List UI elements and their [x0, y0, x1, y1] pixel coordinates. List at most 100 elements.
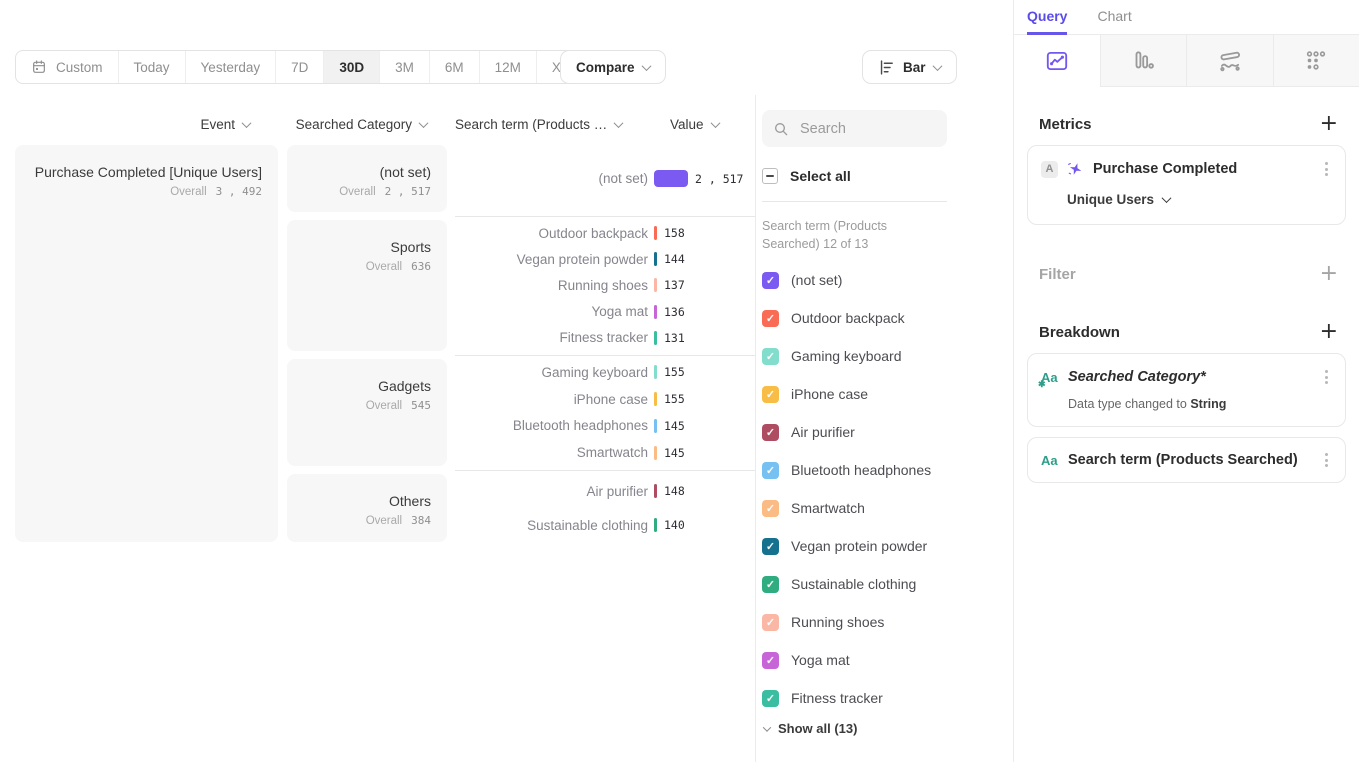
term-row[interactable]: Gaming keyboard155 [455, 359, 750, 385]
date-range-30d[interactable]: 30D [324, 51, 380, 83]
term-row[interactable]: Air purifier148 [455, 478, 750, 504]
series-label: Running shoes [791, 614, 884, 630]
add-filter-button[interactable]: + [1320, 265, 1338, 283]
date-range-yesterday[interactable]: Yesterday [186, 51, 277, 83]
aggregation-selector[interactable]: Unique Users [1067, 192, 1170, 207]
value-bar[interactable] [654, 252, 657, 266]
search-box[interactable] [762, 110, 947, 147]
tab-flows[interactable] [1186, 35, 1273, 87]
select-all-label: Select all [790, 168, 851, 184]
term-row[interactable]: Vegan protein powder144 [455, 246, 750, 272]
series-checkbox[interactable] [762, 348, 779, 365]
series-checkbox[interactable] [762, 310, 779, 327]
term-label: iPhone case [455, 392, 648, 407]
breakdown-options-kebab-icon[interactable] [1322, 450, 1331, 470]
event-cell[interactable]: Purchase Completed [Unique Users] Overal… [15, 145, 278, 542]
date-range-12m[interactable]: 12M [480, 51, 537, 83]
legend-item[interactable]: Running shoes [762, 603, 947, 641]
term-row[interactable]: Running shoes137 [455, 272, 750, 298]
chart-type-button[interactable]: Bar [862, 50, 957, 84]
category-cell[interactable]: OthersOverall384 [287, 474, 447, 542]
legend-item[interactable]: Bluetooth headphones [762, 451, 947, 489]
value-bar[interactable] [654, 484, 657, 498]
select-all-checkbox[interactable] [762, 168, 778, 184]
metric-card[interactable]: A Purchase Completed Unique Users [1027, 145, 1346, 225]
metric-options-kebab-icon[interactable] [1322, 159, 1331, 179]
category-cell[interactable]: (not set)Overall2 , 517 [287, 145, 447, 212]
query-panel-tabs: Query Chart [1014, 0, 1359, 35]
column-header-event[interactable]: Event [15, 117, 250, 132]
tab-funnels[interactable] [1100, 35, 1187, 87]
date-range-6m[interactable]: 6M [430, 51, 480, 83]
chevron-down-icon [932, 61, 942, 71]
series-checkbox[interactable] [762, 386, 779, 403]
category-cell[interactable]: SportsOverall636 [287, 220, 447, 351]
value-bar[interactable] [654, 365, 657, 379]
term-row[interactable]: Fitness tracker131 [455, 325, 750, 351]
value-bar[interactable] [654, 446, 657, 460]
value-bar[interactable] [654, 392, 657, 406]
term-label: (not set) [455, 171, 648, 186]
legend-item[interactable]: Gaming keyboard [762, 337, 947, 375]
tab-query[interactable]: Query [1027, 0, 1067, 35]
legend-item[interactable]: Fitness tracker [762, 679, 947, 717]
term-row[interactable]: Bluetooth headphones145 [455, 413, 750, 439]
compare-button[interactable]: Compare [560, 50, 666, 84]
series-checkbox[interactable] [762, 272, 779, 289]
legend-item[interactable]: Air purifier [762, 413, 947, 451]
value-bar[interactable] [654, 518, 657, 532]
value-bar[interactable] [654, 331, 657, 345]
series-checkbox[interactable] [762, 538, 779, 555]
group-divider [455, 216, 755, 217]
value-bar[interactable] [654, 419, 657, 433]
series-checkbox[interactable] [762, 462, 779, 479]
date-range-custom[interactable]: Custom [16, 51, 119, 83]
tab-retention[interactable] [1273, 35, 1359, 87]
date-range-today[interactable]: Today [119, 51, 186, 83]
term-row[interactable]: (not set)2 , 517 [455, 166, 750, 192]
category-cell[interactable]: GadgetsOverall545 [287, 359, 447, 466]
value-bar[interactable] [654, 170, 688, 187]
series-checkbox[interactable] [762, 576, 779, 593]
legend-item[interactable]: Outdoor backpack [762, 299, 947, 337]
term-row[interactable]: Outdoor backpack158 [455, 220, 750, 246]
term-row[interactable]: Sustainable clothing140 [455, 512, 750, 538]
view-type-tabs [1014, 35, 1359, 87]
term-row[interactable]: Yoga mat136 [455, 299, 750, 325]
value-bar[interactable] [654, 278, 657, 292]
value-bar[interactable] [654, 305, 657, 319]
term-row[interactable]: Smartwatch145 [455, 440, 750, 466]
date-range-7d[interactable]: 7D [276, 51, 324, 83]
column-header-value[interactable]: Value [670, 117, 719, 132]
date-range-label: 12M [495, 60, 521, 75]
series-checkbox[interactable] [762, 500, 779, 517]
value-bar[interactable] [654, 226, 657, 240]
metrics-heading: Metrics [1039, 116, 1092, 133]
legend-item[interactable]: Smartwatch [762, 489, 947, 527]
legend-item[interactable]: Yoga mat [762, 641, 947, 679]
series-checkbox[interactable] [762, 652, 779, 669]
date-range-3m[interactable]: 3M [380, 51, 430, 83]
tab-chart[interactable]: Chart [1097, 0, 1131, 35]
add-metric-button[interactable]: + [1320, 115, 1338, 133]
column-header-search-term[interactable]: Search term (Products … [455, 117, 622, 132]
series-checkbox[interactable] [762, 614, 779, 631]
series-checkbox[interactable] [762, 690, 779, 707]
column-header-searched-category[interactable]: Searched Category [287, 117, 427, 132]
legend-item[interactable]: Vegan protein powder [762, 527, 947, 565]
event-overall-value: 3 , 492 [216, 185, 262, 198]
breakdown-card-search-term[interactable]: Aa Search term (Products Searched) [1027, 437, 1346, 483]
tab-insights[interactable] [1014, 35, 1100, 87]
breakdown-card-searched-category[interactable]: Aa✱ Searched Category* Data type changed… [1027, 353, 1346, 427]
series-checkbox[interactable] [762, 424, 779, 441]
aggregation-label: Unique Users [1067, 192, 1154, 207]
legend-item[interactable]: Sustainable clothing [762, 565, 947, 603]
legend-item[interactable]: (not set) [762, 261, 947, 299]
show-all-button[interactable]: Show all (13) [762, 721, 947, 736]
term-row[interactable]: iPhone case155 [455, 386, 750, 412]
select-all-row[interactable]: Select all [762, 168, 947, 184]
legend-item[interactable]: iPhone case [762, 375, 947, 413]
breakdown-options-kebab-icon[interactable] [1322, 367, 1331, 387]
add-breakdown-button[interactable]: + [1320, 323, 1338, 341]
search-input[interactable] [798, 120, 936, 138]
